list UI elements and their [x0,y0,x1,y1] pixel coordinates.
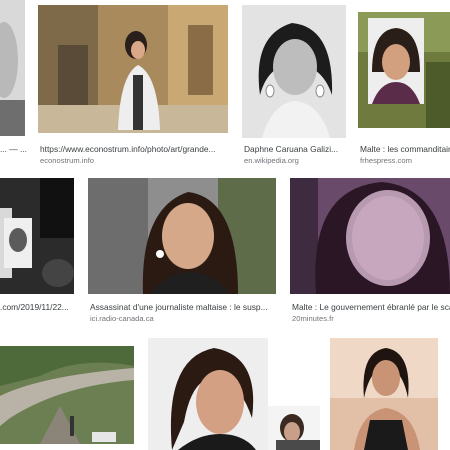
result-caption: Malte : les commanditair... [360,144,450,154]
image-result-4[interactable]: Malte : les commanditair... frhespress.c… [358,0,450,170]
result-thumbnail [38,5,228,133]
result-source: en.wikipedia.org [244,156,299,165]
result-caption: Malte : Le gouvernement ébranlé par le s… [292,302,450,312]
image-result-9[interactable] [148,338,268,450]
result-thumbnail [88,178,276,294]
result-source: ici.radio-canada.ca [90,314,154,323]
image-result-5[interactable]: .com/2019/11/22... [0,178,76,326]
image-result-8[interactable] [0,346,134,450]
result-caption: https://www.econostrum.info/photo/art/gr… [40,144,216,154]
result-thumbnail [0,178,74,294]
result-thumbnail [290,178,450,294]
result-thumbnail [242,5,346,138]
result-source: frhespress.com [360,156,412,165]
result-thumbnail [358,12,450,128]
image-result-10[interactable] [268,406,320,450]
result-caption: Daphne Caruana Galizi... [244,144,339,154]
result-thumbnail [0,0,25,136]
result-thumbnail [148,338,268,450]
image-result-7[interactable]: Malte : Le gouvernement ébranlé par le s… [290,178,450,326]
image-result-2[interactable]: https://www.econostrum.info/photo/art/gr… [38,0,228,170]
result-caption: .com/2019/11/22... [0,302,69,312]
image-result-1[interactable]: ... — ... [0,0,30,160]
result-thumbnail [0,346,134,444]
image-result-11[interactable] [330,338,438,450]
result-source: 20minutes.fr [292,314,334,323]
image-result-6[interactable]: Assassinat d'une journaliste maltaise : … [88,178,278,326]
result-source: econostrum.info [40,156,95,165]
image-result-3[interactable]: Daphne Caruana Galizi... en.wikipedia.or… [242,0,346,170]
result-thumbnail [268,406,320,450]
result-thumbnail [330,338,438,450]
result-caption: ... — ... [0,144,27,154]
result-caption: Assassinat d'une journaliste maltaise : … [90,302,268,312]
